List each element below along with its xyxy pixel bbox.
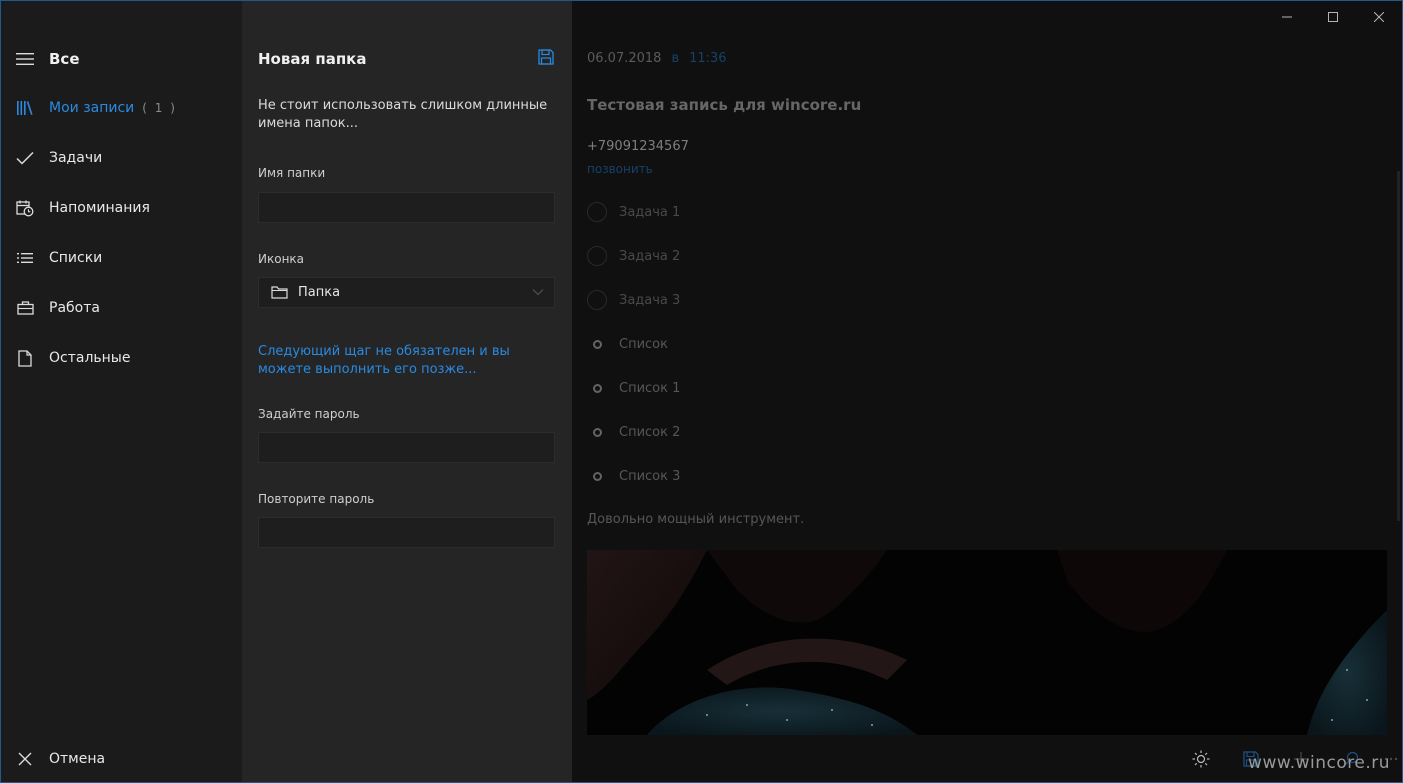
repeat-password-label: Повторите пароль	[258, 492, 375, 506]
folder-name-input[interactable]	[258, 192, 555, 223]
folder-icon	[271, 286, 288, 299]
nav-header[interactable]: Все	[1, 41, 242, 77]
maximize-button[interactable]	[1310, 1, 1356, 33]
nav-item-label: Задачи	[49, 150, 103, 166]
note-at: в	[671, 51, 680, 66]
list-item: Список 2	[587, 420, 680, 444]
folder-name-label: Имя папки	[258, 166, 326, 180]
nav-item-reminders[interactable]: Напоминания	[1, 188, 242, 228]
maximize-icon	[1328, 12, 1338, 22]
nav-item-lists[interactable]: Списки	[1, 238, 242, 278]
icon-select-value: Папка	[298, 285, 341, 300]
bullet-icon	[587, 339, 607, 349]
note-title: Тестовая запись для wincore.ru	[587, 96, 862, 114]
checkmark-icon	[1, 151, 49, 165]
document-icon	[1, 349, 49, 367]
task-checkbox[interactable]	[587, 202, 607, 222]
task-label: Задача 1	[619, 204, 681, 220]
call-link[interactable]: позвонить	[587, 162, 653, 176]
bullet-icon	[587, 383, 607, 393]
brightness-button[interactable]	[1176, 735, 1226, 782]
task-item[interactable]: Задача 1	[587, 200, 680, 224]
scrollbar[interactable]	[1397, 171, 1400, 521]
list-item: Список	[587, 332, 668, 356]
nav-item-label: Напоминания	[49, 200, 150, 216]
task-checkbox[interactable]	[587, 246, 607, 266]
note-pane: 06.07.2018 в 11:36 Тестовая запись для w…	[572, 1, 1402, 782]
save-folder-button[interactable]	[538, 49, 554, 69]
task-item[interactable]: Задача 2	[587, 244, 680, 268]
note-description: Довольно мощный инструмент.	[587, 512, 805, 527]
nav-item-label: Списки	[49, 250, 103, 266]
bullet-icon	[587, 427, 607, 437]
nav-item-other[interactable]: Остальные	[1, 338, 242, 378]
note-phone: +79091234567	[587, 139, 689, 154]
nav-item-work[interactable]: Работа	[1, 288, 242, 328]
task-checkbox[interactable]	[587, 290, 607, 310]
optional-step-note: Следующий щаг не обязателен и вы можете …	[258, 344, 510, 377]
close-icon	[1374, 12, 1384, 22]
bullet-icon	[587, 471, 607, 481]
nav-item-label: Мои записи	[49, 100, 135, 116]
floppy-disk-icon	[538, 49, 554, 65]
list-label: Список 2	[619, 424, 681, 440]
cancel-button[interactable]: Отмена	[1, 739, 242, 779]
list-label: Список 1	[619, 380, 681, 396]
repeat-password-input[interactable]	[258, 517, 555, 548]
library-icon	[1, 100, 49, 116]
nav-item-tasks[interactable]: Задачи	[1, 138, 242, 178]
task-label: Задача 2	[619, 248, 681, 264]
password-label: Задайте пароль	[258, 407, 360, 421]
close-icon	[1, 752, 49, 766]
briefcase-icon	[1, 301, 49, 315]
chevron-down-icon	[532, 289, 544, 296]
nav-item-label: Остальные	[49, 350, 131, 366]
nav-item-my-notes[interactable]: Мои записи ( 1 )	[1, 88, 242, 128]
nav-title: Все	[49, 50, 80, 68]
note-time[interactable]: 11:36	[689, 51, 726, 66]
nav-item-label: Работа	[49, 300, 100, 316]
sun-icon	[1192, 750, 1210, 768]
notes-count: ( 1 )	[142, 101, 177, 115]
bulleted-list-icon	[1, 252, 49, 264]
list-label: Список	[619, 336, 668, 352]
note-meta: 06.07.2018 в 11:36	[587, 51, 727, 66]
hamburger-icon[interactable]	[1, 52, 49, 66]
list-label: Список 3	[619, 468, 681, 484]
task-item[interactable]: Задача 3	[587, 288, 680, 312]
list-item: Список 1	[587, 376, 680, 400]
calendar-clock-icon	[1, 200, 49, 217]
cancel-label: Отмена	[49, 751, 106, 767]
password-input[interactable]	[258, 432, 555, 463]
note-image	[587, 550, 1387, 735]
navigation-pane: Все Мои записи ( 1 ) Задачи Напоминания	[1, 1, 242, 782]
icon-select[interactable]: Папка	[258, 277, 555, 308]
minimize-button[interactable]	[1264, 1, 1310, 33]
task-label: Задача 3	[619, 292, 681, 308]
close-window-button[interactable]	[1356, 1, 1402, 33]
note-date: 06.07.2018	[587, 51, 662, 66]
app-window: Все Мои записи ( 1 ) Задачи Напоминания	[0, 0, 1403, 783]
icon-label: Иконка	[258, 252, 305, 266]
form-title: Новая папка	[258, 50, 367, 68]
new-folder-pane: Новая папка Не стоит использовать слишко…	[242, 1, 572, 782]
folder-name-hint: Не стоит использовать слишком длинные им…	[258, 98, 548, 131]
window-controls	[1264, 1, 1402, 33]
minimize-icon	[1282, 16, 1292, 18]
list-item: Список 3	[587, 464, 680, 488]
watermark: www.wincore.ru	[1248, 753, 1390, 773]
